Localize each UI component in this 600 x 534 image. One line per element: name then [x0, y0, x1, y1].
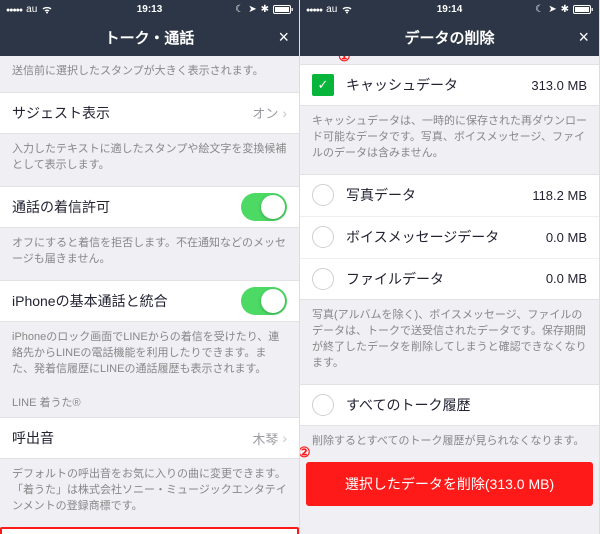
delete-selected-button[interactable]: 選択したデータを削除(313.0 MB) — [306, 462, 593, 506]
wifi-icon — [41, 5, 53, 14]
toggle-integration[interactable] — [241, 287, 287, 315]
row-label: ファイルデータ — [346, 269, 444, 289]
radio-voice[interactable] — [312, 226, 334, 248]
status-bar: au 19:14 ☾ ➤ ✱ — [300, 0, 599, 18]
row-voice-data[interactable]: ボイスメッセージデータ 0.0 MB — [300, 216, 599, 258]
row-size: 118.2 MB — [532, 188, 587, 203]
row-label: 通話の着信許可 — [12, 197, 110, 217]
row-label: すべてのトーク履歴 — [346, 395, 470, 415]
row-ringtone[interactable]: 呼出音 木琴 › — [0, 417, 299, 459]
desc-incoming: オフにすると着信を拒否します。不在通知などのメッセージも届きません。 — [0, 228, 299, 280]
row-incoming-calls[interactable]: 通話の着信許可 — [0, 186, 299, 228]
row-label: iPhoneの基本通話と統合 — [12, 291, 168, 311]
screen-talk-settings: au 19:13 ☾ ➤ ✱ トーク・通話 × 送信前に選択したスタンプが大きく… — [0, 0, 300, 534]
desc-media-data: 写真(アルバムを除く)、ボイスメッセージ、ファイルのデータは、トークで送受信され… — [300, 300, 599, 384]
radio-all-history[interactable] — [312, 394, 334, 416]
section-header-ringtone: LINE 着うた® — [0, 390, 299, 418]
battery-icon — [573, 5, 593, 14]
nav-title: データの削除 — [404, 27, 494, 48]
bluetooth-icon: ✱ — [561, 4, 569, 15]
carrier-label: au — [26, 4, 37, 15]
row-size: 0.0 MB — [546, 230, 587, 245]
location-icon: ➤ — [548, 4, 556, 15]
desc-suggest: 入力したテキストに適したスタンプや絵文字を変換候補として表示します。 — [0, 134, 299, 186]
delete-data-list: ① ✓ キャッシュデータ 313.0 MB キャッシュデータは、一時的に保存され… — [300, 56, 599, 534]
desc-all-history: 削除するとすべてのトーク履歴が見られなくなります。 — [300, 426, 599, 462]
status-time: 19:14 — [437, 4, 463, 15]
desc-cache: キャッシュデータは、一時的に保存された再ダウンロード可能なデータです。写真、ボイ… — [300, 106, 599, 174]
nav-title: トーク・通話 — [105, 27, 195, 48]
desc-stamp: 送信前に選択したスタンプが大きく表示されます。 — [0, 56, 299, 92]
row-label: 写真データ — [346, 185, 416, 205]
row-cache-data[interactable]: ✓ キャッシュデータ 313.0 MB — [300, 64, 599, 106]
status-bar: au 19:13 ☾ ➤ ✱ — [0, 0, 299, 18]
moon-icon: ☾ — [235, 4, 244, 15]
toggle-incoming[interactable] — [241, 193, 287, 221]
desc-integration: iPhoneのロック画面でLINEからの着信を受けたり、連絡先からLINEの電話… — [0, 322, 299, 390]
moon-icon: ☾ — [535, 4, 544, 15]
battery-icon — [273, 5, 293, 14]
row-value: オン — [252, 103, 278, 122]
nav-bar: トーク・通話 × — [0, 18, 299, 56]
row-delete-data[interactable]: データの削除 › — [0, 527, 299, 534]
desc-ringtone: デフォルトの呼出音をお気に入りの曲に変更できます。「着うた」は株式会社ソニー・ミ… — [0, 459, 299, 527]
row-label: キャッシュデータ — [346, 75, 458, 95]
close-icon[interactable]: × — [278, 27, 289, 48]
row-suggest-display[interactable]: サジェスト表示 オン › — [0, 92, 299, 134]
signal-dots-icon — [6, 4, 22, 15]
row-size: 313.0 MB — [531, 78, 587, 93]
chevron-right-icon: › — [282, 430, 287, 446]
radio-file[interactable] — [312, 268, 334, 290]
row-photo-data[interactable]: 写真データ 118.2 MB — [300, 174, 599, 216]
location-icon: ➤ — [248, 4, 256, 15]
row-label: サジェスト表示 — [12, 103, 110, 123]
radio-cache[interactable]: ✓ — [312, 74, 334, 96]
status-time: 19:13 — [137, 4, 163, 15]
close-icon[interactable]: × — [578, 27, 589, 48]
row-value: 木琴 — [252, 429, 278, 448]
row-label: ボイスメッセージデータ — [346, 227, 499, 247]
row-file-data[interactable]: ファイルデータ 0.0 MB — [300, 258, 599, 300]
carrier-label: au — [326, 4, 337, 15]
callout-2: ② — [300, 444, 311, 461]
signal-dots-icon — [306, 4, 322, 15]
row-iphone-integration[interactable]: iPhoneの基本通話と統合 — [0, 280, 299, 322]
wifi-icon — [341, 5, 353, 14]
screen-delete-data: au 19:14 ☾ ➤ ✱ データの削除 × ① ✓ キャッシュデータ 313… — [300, 0, 600, 534]
settings-list: 送信前に選択したスタンプが大きく表示されます。 サジェスト表示 オン › 入力し… — [0, 56, 299, 534]
row-label: 呼出音 — [12, 428, 54, 448]
delete-button-label: 選択したデータを削除(313.0 MB) — [345, 474, 554, 494]
chevron-right-icon: › — [282, 105, 287, 121]
row-size: 0.0 MB — [546, 271, 587, 286]
nav-bar: データの削除 × — [300, 18, 599, 56]
bluetooth-icon: ✱ — [261, 4, 269, 15]
radio-photo[interactable] — [312, 184, 334, 206]
row-all-history[interactable]: すべてのトーク履歴 — [300, 384, 599, 426]
